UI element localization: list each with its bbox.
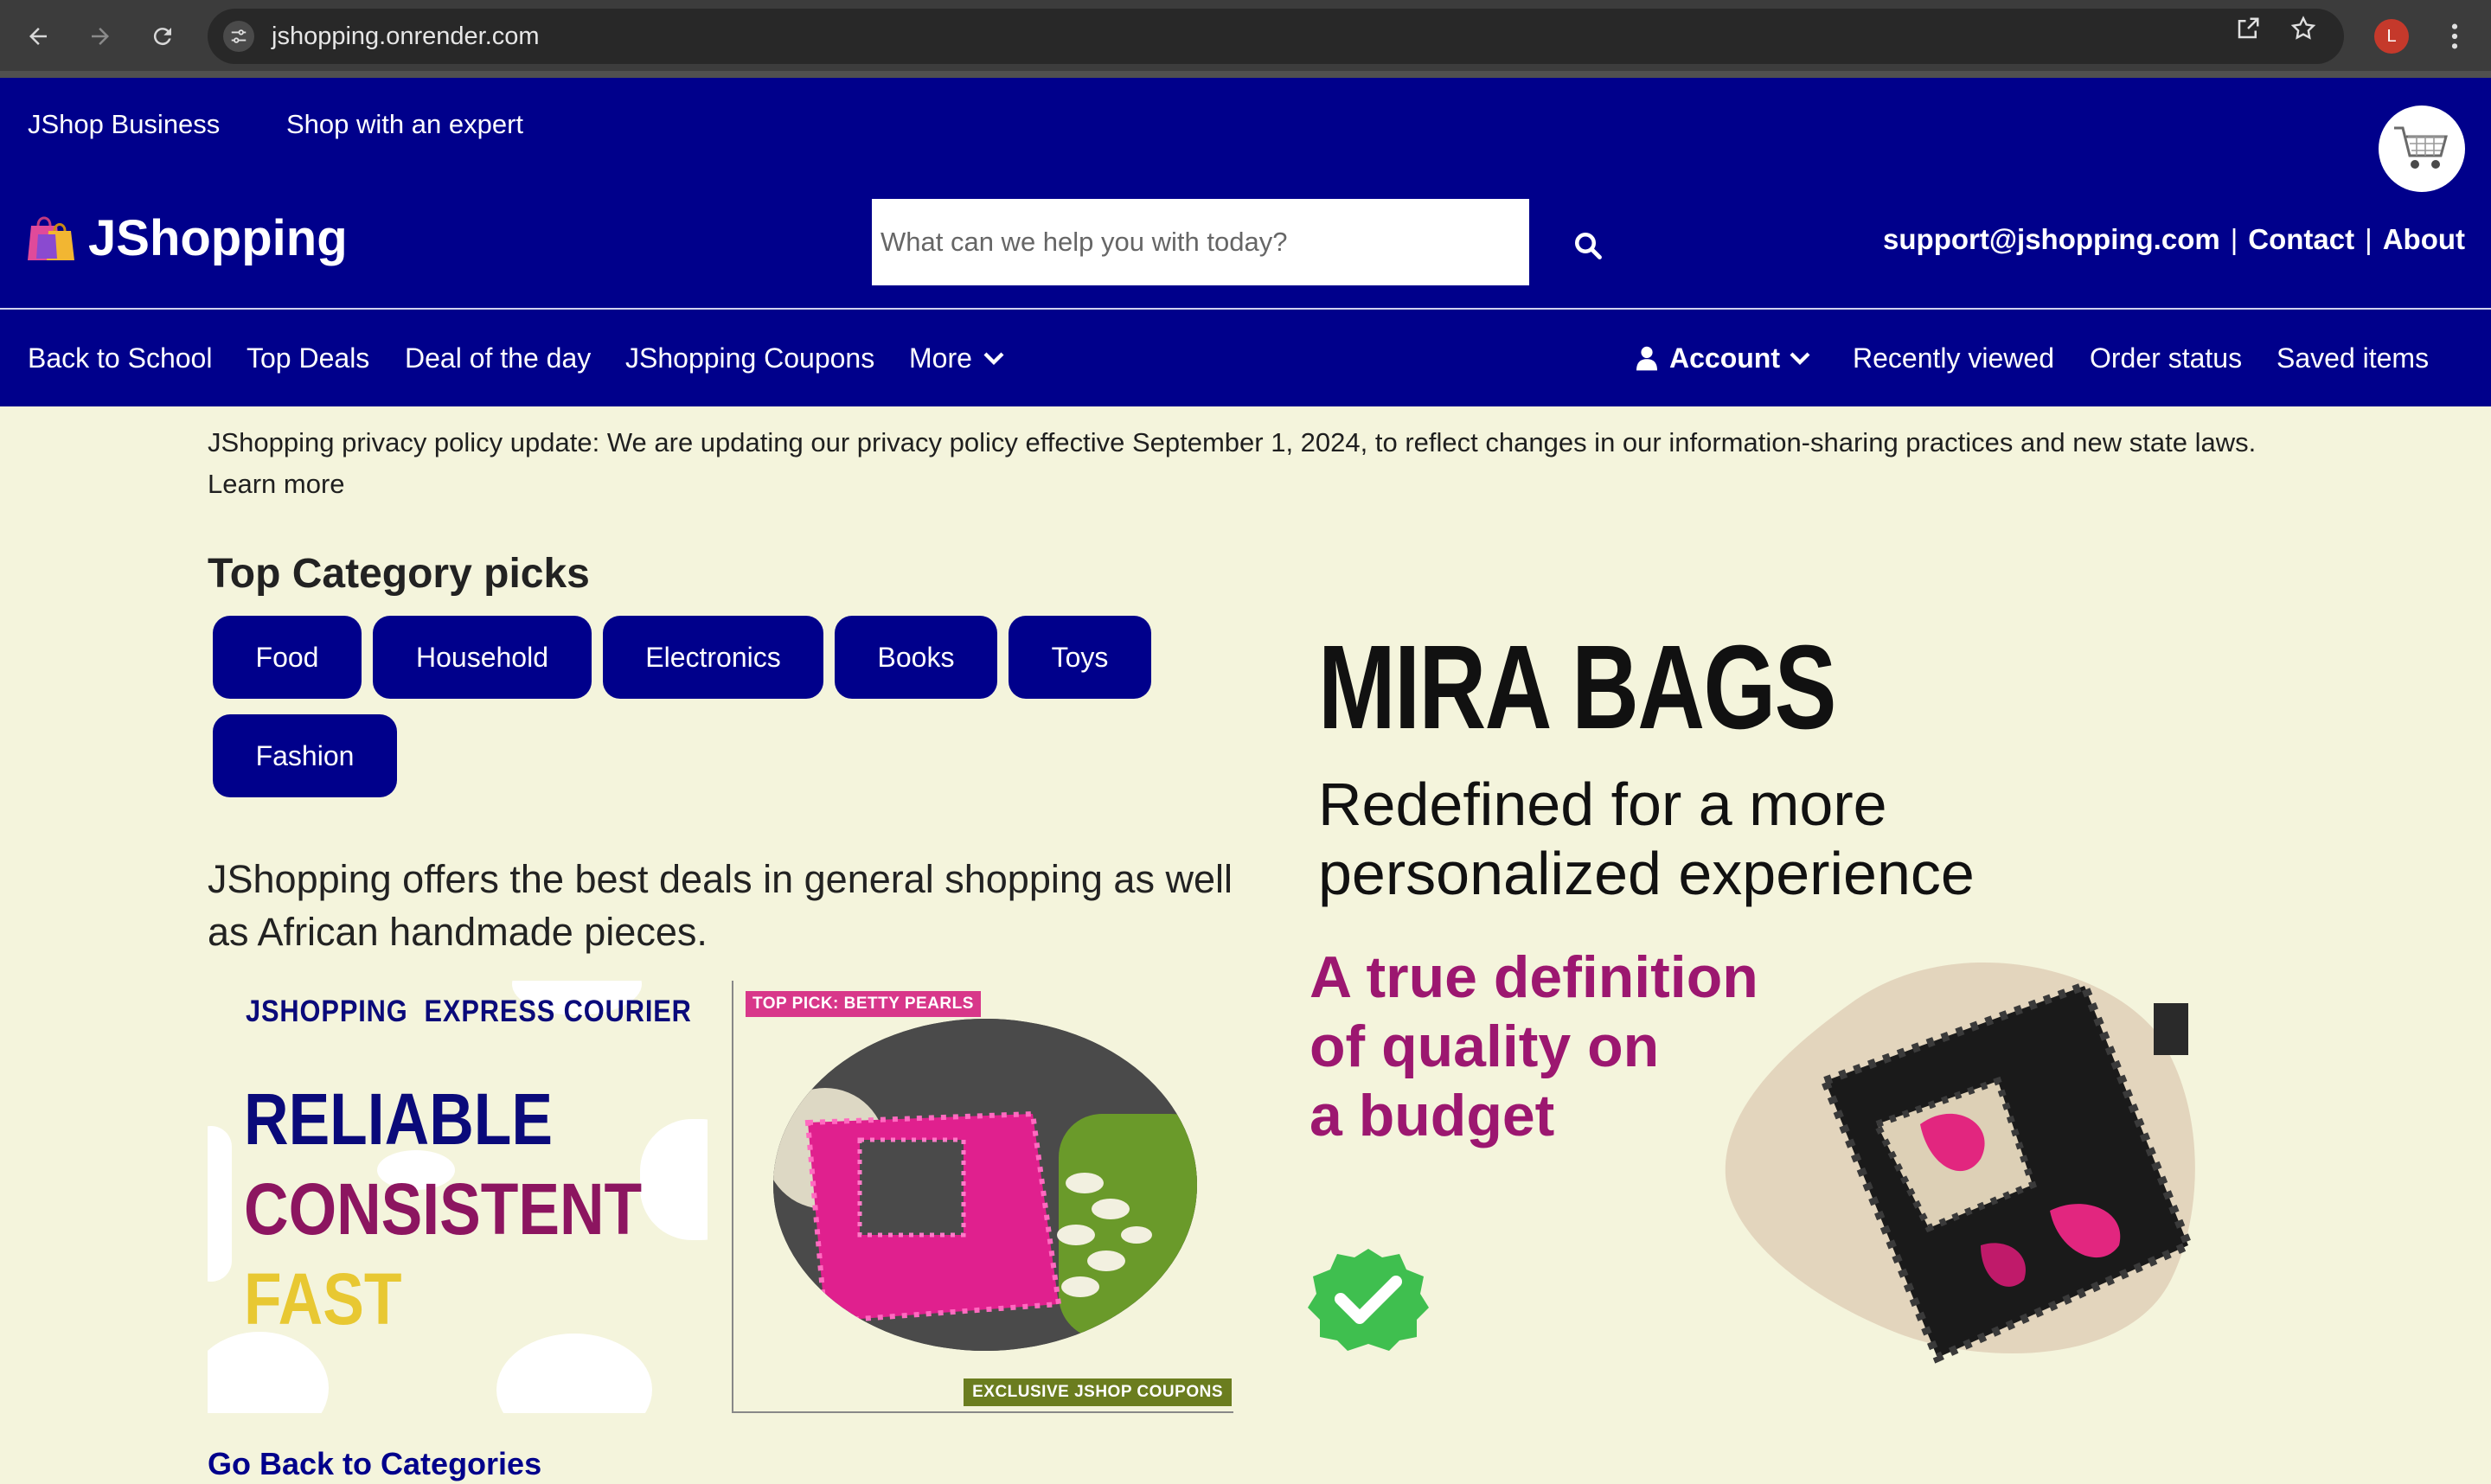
category-household-button[interactable]: Household bbox=[373, 616, 592, 699]
nav-more-dropdown[interactable]: More bbox=[909, 310, 1007, 406]
go-back-to-categories-link[interactable]: Go Back to Categories bbox=[208, 1446, 541, 1482]
shop-with-expert-link[interactable]: Shop with an expert bbox=[286, 109, 523, 140]
site-header: JShop Business Shop with an expert JShop… bbox=[0, 78, 2491, 406]
nav-jshopping-coupons[interactable]: JShopping Coupons bbox=[625, 310, 874, 406]
nav-back-to-school[interactable]: Back to School bbox=[28, 310, 212, 406]
chevron-down-icon bbox=[1787, 345, 1813, 371]
user-icon bbox=[1636, 345, 1657, 371]
courier-heading: JSHOPPING EXPRESS COURIER bbox=[246, 995, 692, 1028]
open-external-icon[interactable] bbox=[2233, 14, 2263, 43]
section-title: Top Category picks bbox=[208, 551, 590, 597]
category-books-button[interactable]: Books bbox=[835, 616, 997, 699]
support-email-link[interactable]: support@jshopping.com bbox=[1883, 223, 2220, 256]
mira-bag-photo bbox=[1721, 951, 2214, 1366]
profile-avatar[interactable]: L bbox=[2374, 19, 2409, 54]
nav-order-status[interactable]: Order status bbox=[2090, 310, 2242, 406]
category-electronics-button[interactable]: Electronics bbox=[603, 616, 823, 699]
promo-subtitle: Redefined for a more personalized experi… bbox=[1318, 770, 1975, 908]
tagline: JShopping offers the best deals in gener… bbox=[208, 857, 1233, 954]
exclusive-coupons-tag: EXCLUSIVE JSHOP COUPONS bbox=[964, 1378, 1232, 1406]
category-fashion-button[interactable]: Fashion bbox=[213, 714, 397, 797]
brand-logo[interactable]: JShopping bbox=[26, 209, 348, 267]
category-food-button[interactable]: Food bbox=[213, 616, 362, 699]
back-arrow-icon[interactable] bbox=[19, 17, 57, 55]
nav-top-deals[interactable]: Top Deals bbox=[247, 310, 369, 406]
top-pick-tag: TOP PICK: BETTY PEARLS bbox=[746, 991, 981, 1017]
separator: | bbox=[2365, 223, 2373, 255]
site-settings-icon[interactable] bbox=[223, 21, 254, 52]
address-bar[interactable]: jshopping.onrender.com bbox=[208, 9, 2344, 64]
reload-icon[interactable] bbox=[144, 17, 182, 55]
search-button[interactable] bbox=[1564, 223, 1612, 272]
nav-deal-of-the-day[interactable]: Deal of the day bbox=[405, 310, 591, 406]
browser-toolbar: jshopping.onrender.com L bbox=[0, 0, 2491, 78]
decor-blob bbox=[208, 1126, 232, 1282]
courier-word-consistent: CONSISTENT bbox=[244, 1168, 643, 1250]
promo-subtitle-line: Redefined for a more bbox=[1318, 771, 1887, 838]
express-courier-banner[interactable]: JSHOPPING EXPRESS COURIER RELIABLE CONSI… bbox=[208, 981, 708, 1413]
contact-link[interactable]: Contact bbox=[2248, 223, 2354, 256]
promo-quality-statement: A true definition of quality on a budget bbox=[1310, 943, 1758, 1150]
shopping-bags-icon bbox=[26, 210, 76, 266]
more-vert-icon[interactable] bbox=[2439, 19, 2470, 54]
main-nav: Back to School Top Deals Deal of the day… bbox=[0, 310, 2491, 406]
promo-quality-line: A true definition bbox=[1310, 944, 1758, 1010]
decor-blob bbox=[208, 1332, 329, 1413]
courier-word-fast: FAST bbox=[244, 1258, 402, 1340]
privacy-notice[interactable]: JShopping privacy policy update: We are … bbox=[208, 422, 2283, 505]
about-link[interactable]: About bbox=[2383, 223, 2465, 256]
separator: | bbox=[2230, 223, 2238, 255]
nav-recently-viewed[interactable]: Recently viewed bbox=[1853, 310, 2054, 406]
promo-quality-line: a budget bbox=[1310, 1083, 1555, 1148]
category-toys-button[interactable]: Toys bbox=[1009, 616, 1151, 699]
jshop-business-link[interactable]: JShop Business bbox=[28, 109, 220, 140]
promo-subtitle-line: personalized experience bbox=[1318, 840, 1975, 907]
nav-account-dropdown[interactable]: Account bbox=[1636, 310, 1813, 406]
chevron-down-icon bbox=[981, 345, 1007, 371]
beaded-bag-photo bbox=[773, 1019, 1197, 1351]
forward-arrow-icon[interactable] bbox=[81, 17, 119, 55]
account-label: Account bbox=[1669, 342, 1780, 374]
bookmark-star-icon[interactable] bbox=[2289, 14, 2318, 43]
toolbar-divider bbox=[0, 71, 2491, 78]
search-icon bbox=[1572, 230, 1604, 265]
cart-button[interactable] bbox=[2379, 106, 2465, 192]
nav-more-label: More bbox=[909, 342, 972, 374]
decor-blob bbox=[640, 1119, 708, 1240]
verified-badge-icon bbox=[1306, 1245, 1431, 1351]
promo-title: MIRA BAGS bbox=[1318, 621, 1836, 754]
courier-word-reliable: RELIABLE bbox=[244, 1078, 553, 1160]
brand-name: JShopping bbox=[88, 210, 348, 266]
shopping-cart-icon bbox=[2391, 119, 2453, 179]
nav-saved-items[interactable]: Saved items bbox=[2276, 310, 2429, 406]
decor-blob bbox=[496, 1334, 652, 1413]
url-text[interactable]: jshopping.onrender.com bbox=[272, 9, 540, 64]
promo-quality-line: of quality on bbox=[1310, 1014, 1660, 1079]
betty-pearls-banner[interactable]: TOP PICK: BETTY PEARLS EXCLUSIVE JSHOP C… bbox=[732, 981, 1233, 1413]
search-input[interactable] bbox=[872, 199, 1529, 285]
contact-links: support@jshopping.com | Contact | About bbox=[1883, 223, 2465, 256]
